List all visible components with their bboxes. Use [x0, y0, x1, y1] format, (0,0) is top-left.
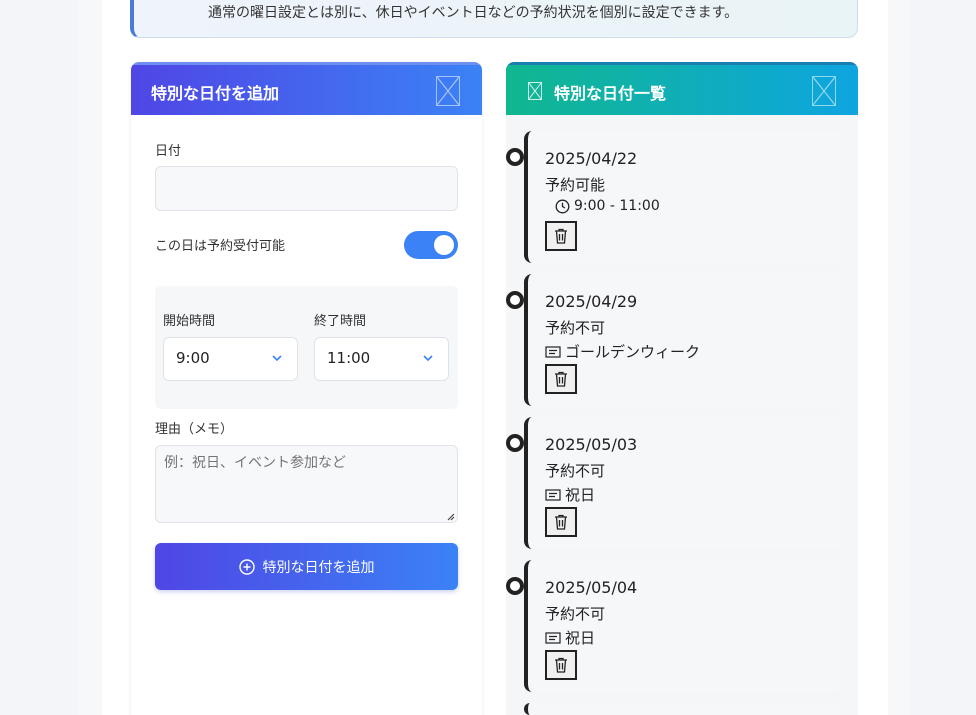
list-item: 2025/04/22 予約可能 9:00 - 11:00	[524, 131, 842, 263]
entry-date: 2025/05/04	[545, 578, 638, 597]
delete-button[interactable]	[545, 364, 577, 394]
list-card-title: 特別な日付一覧	[554, 84, 667, 103]
toggle-label: この日は予約受付可能	[155, 239, 286, 254]
timeline-dot	[506, 148, 524, 166]
memo-label: 理由（メモ）	[155, 422, 234, 437]
trash-icon	[555, 657, 567, 673]
list-item: 2025/05/04 予約不可 祝日	[524, 560, 842, 692]
add-card-title: 特別な日付を追加	[151, 84, 280, 103]
list-item	[524, 703, 842, 715]
chevron-down-icon	[423, 355, 433, 362]
entry-status: 予約不可	[545, 605, 606, 623]
entry-note-text: 祝日	[565, 629, 596, 647]
memo-textarea[interactable]	[155, 445, 458, 523]
toggle-knob	[434, 235, 454, 255]
entry-status: 予約可能	[545, 176, 606, 194]
add-button-label: 特別な日付を追加	[262, 559, 375, 576]
entry-date: 2025/05/03	[545, 435, 638, 454]
start-time-label: 開始時間	[163, 314, 216, 329]
timeline-dot	[506, 577, 524, 595]
list-item: 2025/05/03 予約不可 祝日	[524, 417, 842, 549]
chevron-down-icon	[272, 355, 282, 362]
note-icon	[545, 345, 561, 358]
date-input[interactable]	[155, 166, 458, 211]
end-time-select[interactable]: 11:00	[314, 337, 449, 381]
entry-date: 2025/04/29	[545, 292, 638, 311]
trash-icon	[555, 371, 567, 387]
trash-icon	[555, 228, 567, 244]
start-time-select[interactable]: 9:00	[163, 337, 298, 381]
entry-status: 予約不可	[545, 462, 606, 480]
plus-circle-icon	[238, 558, 255, 575]
add-special-date-card: 特別な日付を追加 日付 この日は予約受付可能 開始時間 終了時間 9:00 11…	[131, 62, 482, 715]
add-card-header: 特別な日付を追加	[131, 62, 482, 115]
date-label: 日付	[155, 144, 182, 159]
entry-note-text: ゴールデンウィーク	[565, 343, 701, 361]
entry-note-text: 祝日	[565, 486, 596, 504]
note-icon	[545, 488, 561, 501]
image-placeholder-icon	[436, 76, 460, 106]
info-banner-text: 通常の曜日設定とは別に、休日やイベント日などの予約状況を個別に設定できます。	[208, 5, 739, 21]
timeline-dot	[506, 291, 524, 309]
entry-time-text: 9:00 - 11:00	[574, 198, 660, 214]
clock-icon	[555, 199, 570, 213]
entry-note: ゴールデンウィーク	[545, 341, 700, 362]
entry-time: 9:00 - 11:00	[555, 198, 660, 214]
timeline-dot	[506, 434, 524, 452]
start-time-value: 9:00	[176, 349, 210, 367]
info-banner: 通常の曜日設定とは別に、休日やイベント日などの予約状況を個別に設定できます。	[130, 0, 858, 38]
image-placeholder-icon	[528, 82, 542, 100]
list-item: 2025/04/29 予約不可 ゴールデンウィーク	[524, 274, 842, 406]
entry-note: 祝日	[545, 484, 595, 505]
image-placeholder-icon	[812, 76, 836, 106]
delete-button[interactable]	[545, 650, 577, 680]
list-card-header: 特別な日付一覧	[506, 62, 858, 115]
delete-button[interactable]	[545, 221, 577, 251]
resize-grip-icon[interactable]	[445, 511, 455, 521]
time-range-section: 開始時間 終了時間 9:00 11:00	[155, 286, 458, 409]
trash-icon	[555, 514, 567, 530]
delete-button[interactable]	[545, 507, 577, 537]
entry-status: 予約不可	[545, 319, 606, 337]
end-time-label: 終了時間	[314, 314, 367, 329]
entry-note: 祝日	[545, 627, 595, 648]
entry-date: 2025/04/22	[545, 149, 638, 168]
availability-toggle[interactable]	[404, 231, 458, 259]
add-special-date-button[interactable]: 特別な日付を追加	[155, 543, 458, 590]
note-icon	[545, 631, 561, 644]
end-time-value: 11:00	[327, 349, 371, 367]
